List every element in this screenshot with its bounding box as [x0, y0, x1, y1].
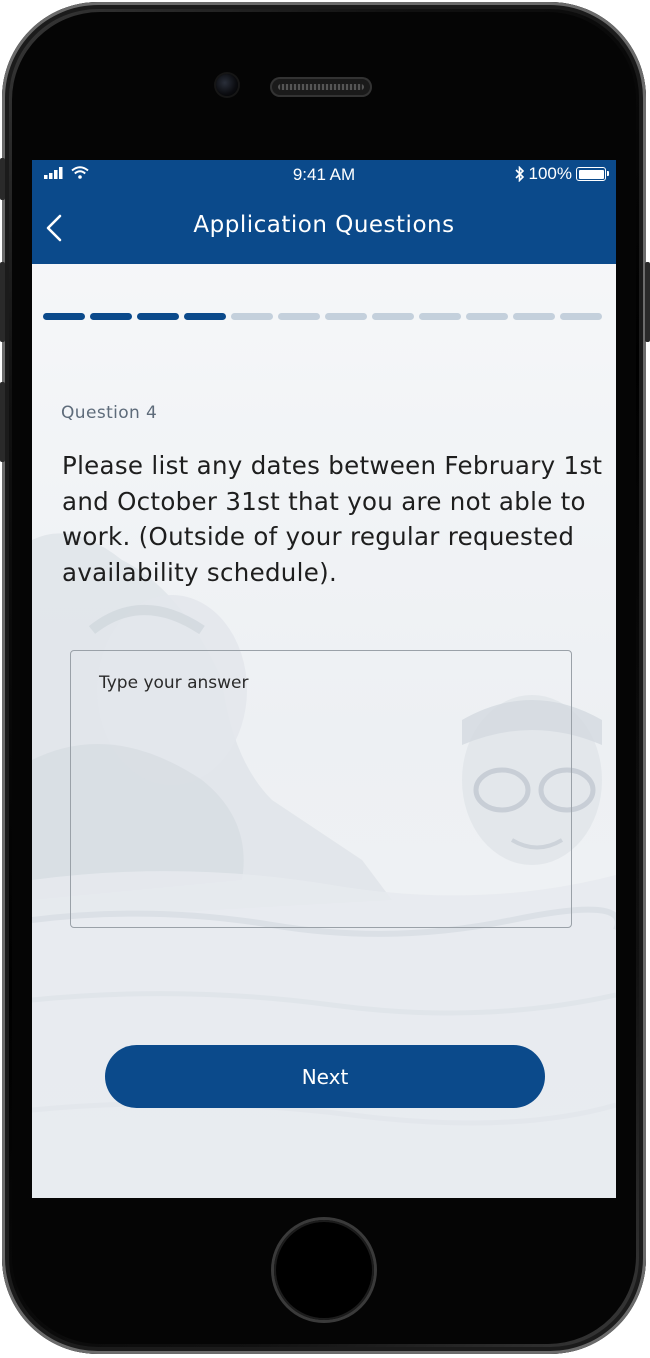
progress-indicator [43, 313, 602, 320]
progress-step-pending [513, 313, 555, 320]
progress-step-pending [278, 313, 320, 320]
answer-input[interactable] [70, 650, 572, 928]
silent-switch [0, 158, 5, 200]
status-right: 100% [514, 164, 609, 184]
question-text: Please list any dates between February 1… [62, 451, 603, 587]
front-camera [216, 74, 238, 96]
question-number: Question 4 [61, 403, 158, 423]
progress-step-pending [419, 313, 461, 320]
navigation-bar: Application Questions [32, 190, 616, 264]
page-title: Application Questions [193, 212, 455, 238]
progress-step-pending [466, 313, 508, 320]
earpiece-speaker [270, 77, 372, 97]
progress-step-pending [325, 313, 367, 320]
battery-percent: 100% [528, 164, 572, 183]
progress-step-complete [90, 313, 132, 320]
progress-step-complete [43, 313, 85, 320]
progress-step-complete [137, 313, 179, 320]
progress-step-pending [231, 313, 273, 320]
progress-step-complete [184, 313, 226, 320]
volume-down-button [0, 382, 5, 462]
app-screen: 9:41 AM 100% Application Questions Quest… [32, 160, 616, 1198]
chevron-left-icon[interactable] [38, 208, 78, 248]
status-bar: 9:41 AM 100% [32, 160, 616, 190]
next-button[interactable]: Next [105, 1045, 545, 1108]
progress-step-pending [372, 313, 414, 320]
battery-icon [576, 167, 609, 181]
bluetooth-icon [514, 166, 524, 182]
volume-up-button [0, 262, 5, 342]
progress-step-pending [560, 313, 602, 320]
power-button [645, 262, 650, 342]
home-button[interactable] [274, 1220, 374, 1320]
